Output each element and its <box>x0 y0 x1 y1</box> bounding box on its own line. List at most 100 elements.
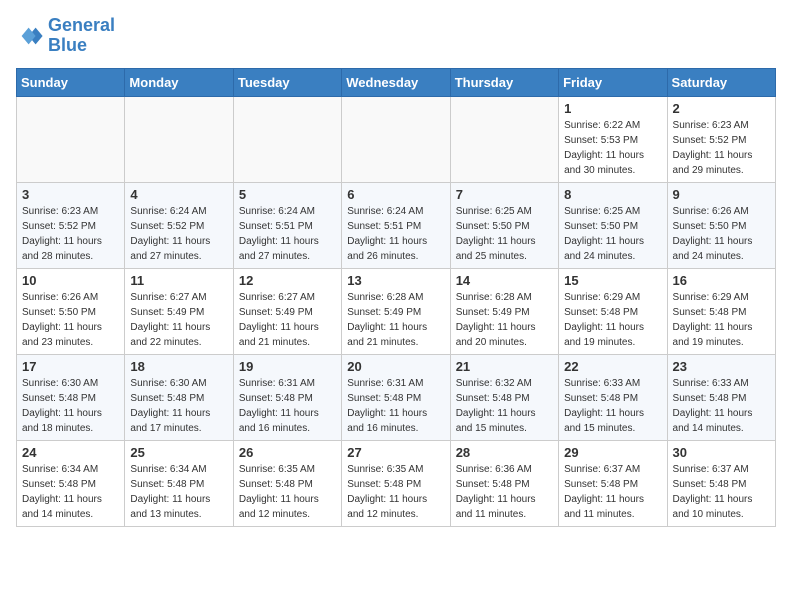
sun-info: Sunrise: 6:30 AM Sunset: 5:48 PM Dayligh… <box>130 376 227 436</box>
calendar-cell: 20 Sunrise: 6:31 AM Sunset: 5:48 PM Dayli… <box>342 354 450 440</box>
day-number: 14 <box>456 273 553 288</box>
calendar-cell: 15 Sunrise: 6:29 AM Sunset: 5:48 PM Dayli… <box>559 268 667 354</box>
calendar-week-row: 1 Sunrise: 6:22 AM Sunset: 5:53 PM Daylig… <box>17 96 776 182</box>
weekday-header: Thursday <box>450 68 558 96</box>
day-number: 3 <box>22 187 119 202</box>
calendar-cell: 8 Sunrise: 6:25 AM Sunset: 5:50 PM Daylig… <box>559 182 667 268</box>
calendar-cell: 7 Sunrise: 6:25 AM Sunset: 5:50 PM Daylig… <box>450 182 558 268</box>
calendar-cell: 26 Sunrise: 6:35 AM Sunset: 5:48 PM Dayli… <box>233 440 341 526</box>
calendar-cell: 29 Sunrise: 6:37 AM Sunset: 5:48 PM Dayli… <box>559 440 667 526</box>
day-number: 18 <box>130 359 227 374</box>
calendar-cell: 2 Sunrise: 6:23 AM Sunset: 5:52 PM Daylig… <box>667 96 775 182</box>
sun-info: Sunrise: 6:29 AM Sunset: 5:48 PM Dayligh… <box>564 290 661 350</box>
day-number: 4 <box>130 187 227 202</box>
sun-info: Sunrise: 6:27 AM Sunset: 5:49 PM Dayligh… <box>239 290 336 350</box>
calendar-week-row: 3Sunrise: 6:23 AM Sunset: 5:52 PM Daylig… <box>17 182 776 268</box>
day-number: 30 <box>673 445 770 460</box>
calendar-cell <box>342 96 450 182</box>
calendar-cell: 17 Sunrise: 6:30 AM Sunset: 5:48 PM Dayli… <box>17 354 125 440</box>
sun-info: Sunrise: 6:24 AM Sunset: 5:52 PM Dayligh… <box>130 204 227 264</box>
sun-info: Sunrise: 6:23 AM Sunset: 5:52 PM Dayligh… <box>673 118 770 178</box>
calendar-cell: 16Sunrise: 6:29 AM Sunset: 5:48 PM Dayli… <box>667 268 775 354</box>
weekday-header: Wednesday <box>342 68 450 96</box>
sun-info: Sunrise: 6:25 AM Sunset: 5:50 PM Dayligh… <box>456 204 553 264</box>
logo-text: General Blue <box>48 16 115 56</box>
day-number: 27 <box>347 445 444 460</box>
calendar-week-row: 10 Sunrise: 6:26 AM Sunset: 5:50 PM Dayli… <box>17 268 776 354</box>
day-number: 2 <box>673 101 770 116</box>
calendar-week-row: 17 Sunrise: 6:30 AM Sunset: 5:48 PM Dayli… <box>17 354 776 440</box>
sun-info: Sunrise: 6:22 AM Sunset: 5:53 PM Dayligh… <box>564 118 661 178</box>
calendar-cell: 24 Sunrise: 6:34 AM Sunset: 5:48 PM Dayli… <box>17 440 125 526</box>
calendar-cell: 19Sunrise: 6:31 AM Sunset: 5:48 PM Dayli… <box>233 354 341 440</box>
sun-info: Sunrise: 6:33 AM Sunset: 5:48 PM Dayligh… <box>564 376 661 436</box>
calendar-cell: 6 Sunrise: 6:24 AM Sunset: 5:51 PM Daylig… <box>342 182 450 268</box>
calendar-cell: 25 Sunrise: 6:34 AM Sunset: 5:48 PM Dayli… <box>125 440 233 526</box>
sun-info: Sunrise: 6:37 AM Sunset: 5:48 PM Dayligh… <box>673 462 770 522</box>
day-number: 11 <box>130 273 227 288</box>
calendar-cell: 11 Sunrise: 6:27 AM Sunset: 5:49 PM Dayli… <box>125 268 233 354</box>
day-number: 21 <box>456 359 553 374</box>
calendar-cell: 9 Sunrise: 6:26 AM Sunset: 5:50 PM Daylig… <box>667 182 775 268</box>
day-number: 25 <box>130 445 227 460</box>
calendar-cell <box>450 96 558 182</box>
day-number: 24 <box>22 445 119 460</box>
sun-info: Sunrise: 6:25 AM Sunset: 5:50 PM Dayligh… <box>564 204 661 264</box>
calendar-cell: 3Sunrise: 6:23 AM Sunset: 5:52 PM Daylig… <box>17 182 125 268</box>
day-number: 20 <box>347 359 444 374</box>
weekday-header: Tuesday <box>233 68 341 96</box>
calendar-cell: 18 Sunrise: 6:30 AM Sunset: 5:48 PM Dayli… <box>125 354 233 440</box>
calendar-cell: 23 Sunrise: 6:33 AM Sunset: 5:48 PM Dayli… <box>667 354 775 440</box>
day-number: 22 <box>564 359 661 374</box>
calendar-cell: 13 Sunrise: 6:28 AM Sunset: 5:49 PM Dayli… <box>342 268 450 354</box>
day-number: 29 <box>564 445 661 460</box>
day-number: 16 <box>673 273 770 288</box>
calendar-cell <box>17 96 125 182</box>
calendar-cell: 5 Sunrise: 6:24 AM Sunset: 5:51 PM Daylig… <box>233 182 341 268</box>
sun-info: Sunrise: 6:33 AM Sunset: 5:48 PM Dayligh… <box>673 376 770 436</box>
day-number: 8 <box>564 187 661 202</box>
calendar-cell: 12Sunrise: 6:27 AM Sunset: 5:49 PM Dayli… <box>233 268 341 354</box>
day-number: 13 <box>347 273 444 288</box>
sun-info: Sunrise: 6:30 AM Sunset: 5:48 PM Dayligh… <box>22 376 119 436</box>
day-number: 28 <box>456 445 553 460</box>
calendar-cell: 28Sunrise: 6:36 AM Sunset: 5:48 PM Dayli… <box>450 440 558 526</box>
calendar-cell: 22 Sunrise: 6:33 AM Sunset: 5:48 PM Dayli… <box>559 354 667 440</box>
calendar-cell: 27 Sunrise: 6:35 AM Sunset: 5:48 PM Dayli… <box>342 440 450 526</box>
sun-info: Sunrise: 6:35 AM Sunset: 5:48 PM Dayligh… <box>347 462 444 522</box>
day-number: 6 <box>347 187 444 202</box>
day-number: 9 <box>673 187 770 202</box>
weekday-header-row: SundayMondayTuesdayWednesdayThursdayFrid… <box>17 68 776 96</box>
logo: General Blue <box>16 16 115 56</box>
day-number: 5 <box>239 187 336 202</box>
sun-info: Sunrise: 6:28 AM Sunset: 5:49 PM Dayligh… <box>347 290 444 350</box>
day-number: 17 <box>22 359 119 374</box>
calendar-table: SundayMondayTuesdayWednesdayThursdayFrid… <box>16 68 776 527</box>
sun-info: Sunrise: 6:37 AM Sunset: 5:48 PM Dayligh… <box>564 462 661 522</box>
sun-info: Sunrise: 6:24 AM Sunset: 5:51 PM Dayligh… <box>239 204 336 264</box>
calendar-cell: 21Sunrise: 6:32 AM Sunset: 5:48 PM Dayli… <box>450 354 558 440</box>
day-number: 10 <box>22 273 119 288</box>
day-number: 7 <box>456 187 553 202</box>
day-number: 19 <box>239 359 336 374</box>
day-number: 15 <box>564 273 661 288</box>
sun-info: Sunrise: 6:24 AM Sunset: 5:51 PM Dayligh… <box>347 204 444 264</box>
sun-info: Sunrise: 6:28 AM Sunset: 5:49 PM Dayligh… <box>456 290 553 350</box>
sun-info: Sunrise: 6:26 AM Sunset: 5:50 PM Dayligh… <box>22 290 119 350</box>
sun-info: Sunrise: 6:34 AM Sunset: 5:48 PM Dayligh… <box>130 462 227 522</box>
calendar-cell: 10 Sunrise: 6:26 AM Sunset: 5:50 PM Dayli… <box>17 268 125 354</box>
page-header: General Blue <box>16 16 776 56</box>
calendar-cell <box>233 96 341 182</box>
sun-info: Sunrise: 6:26 AM Sunset: 5:50 PM Dayligh… <box>673 204 770 264</box>
sun-info: Sunrise: 6:35 AM Sunset: 5:48 PM Dayligh… <box>239 462 336 522</box>
calendar-cell: 30 Sunrise: 6:37 AM Sunset: 5:48 PM Dayli… <box>667 440 775 526</box>
day-number: 1 <box>564 101 661 116</box>
day-number: 23 <box>673 359 770 374</box>
calendar-cell: 4 Sunrise: 6:24 AM Sunset: 5:52 PM Daylig… <box>125 182 233 268</box>
day-number: 26 <box>239 445 336 460</box>
sun-info: Sunrise: 6:34 AM Sunset: 5:48 PM Dayligh… <box>22 462 119 522</box>
calendar-week-row: 24 Sunrise: 6:34 AM Sunset: 5:48 PM Dayli… <box>17 440 776 526</box>
sun-info: Sunrise: 6:27 AM Sunset: 5:49 PM Dayligh… <box>130 290 227 350</box>
sun-info: Sunrise: 6:31 AM Sunset: 5:48 PM Dayligh… <box>347 376 444 436</box>
calendar-cell: 14 Sunrise: 6:28 AM Sunset: 5:49 PM Dayli… <box>450 268 558 354</box>
